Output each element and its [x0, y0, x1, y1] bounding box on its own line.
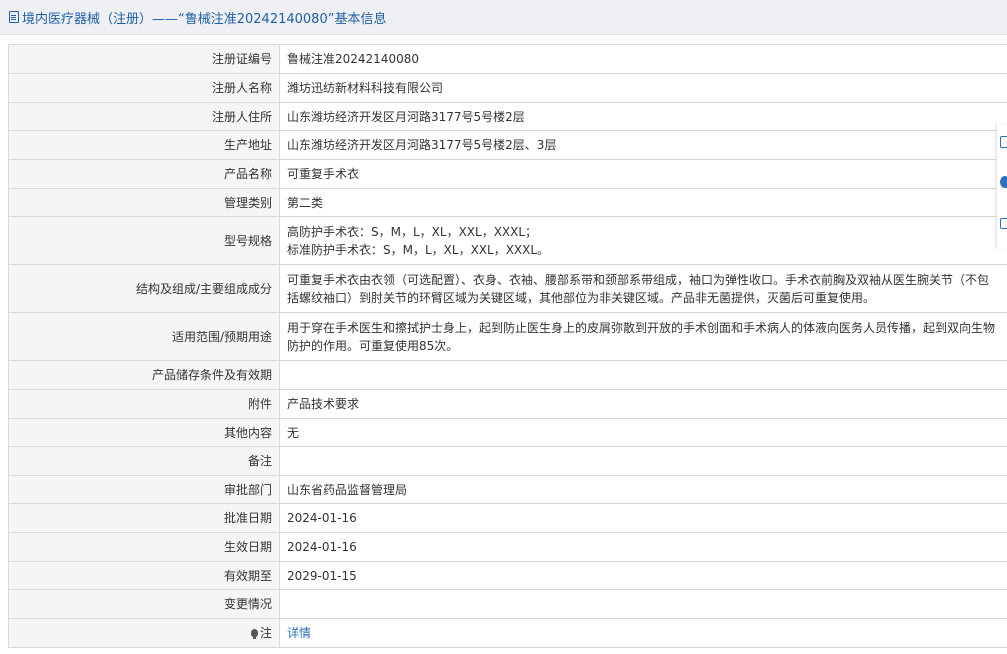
info-table: 注册证编号 鲁械注准20242140080 注册人名称 潍坊迅纺新材料科技有限公… [8, 44, 1007, 648]
row-label: 其他内容 [8, 418, 280, 447]
row-value: 高防护手术衣：S，M，L，XL，XXL，XXXL； 标准防护手术衣：S，M，L，… [279, 216, 1007, 265]
row-value: 产品技术要求 [279, 389, 1007, 419]
table-row: 型号规格 高防护手术衣：S，M，L，XL，XXL，XXXL； 标准防护手术衣：S… [8, 216, 1007, 265]
details-link[interactable]: 详情 [287, 626, 311, 640]
value-line: 用于穿在手术医生和擦拭护士身上，起到防止医生身上的皮屑弥散到开放的手术创面和手术… [287, 320, 996, 335]
copy-icon[interactable] [1000, 218, 1007, 229]
table-row: 注 详情 [8, 618, 1007, 648]
table-row: 产品储存条件及有效期 [8, 360, 1007, 390]
row-value: 潍坊迅纺新材料科技有限公司 [279, 73, 1007, 103]
row-label: 产品储存条件及有效期 [8, 360, 280, 390]
row-label: 生产地址 [8, 130, 280, 160]
page-header: 境内医疗器械（注册）——“鲁械注准20242140080”基本信息 [0, 0, 1007, 35]
lightbulb-icon [250, 629, 258, 639]
row-value [279, 446, 1007, 476]
table-row: 管理类别 第二类 [8, 188, 1007, 217]
row-label: 注册人住所 [8, 102, 280, 131]
table-row: 注册证编号 鲁械注准20242140080 [8, 44, 1007, 74]
table-row: 注册人名称 潍坊迅纺新材料科技有限公司 [8, 73, 1007, 103]
row-label: 产品名称 [8, 159, 280, 189]
table-row: 适用范围/预期用途 用于穿在手术医生和擦拭护士身上，起到防止医生身上的皮屑弥散到… [8, 312, 1007, 361]
table-row: 生效日期 2024-01-16 [8, 532, 1007, 562]
row-value [279, 589, 1007, 619]
document-icon [9, 11, 19, 23]
table-row: 附件 产品技术要求 [8, 389, 1007, 419]
row-label: 注 [8, 618, 280, 648]
table-row: 备注 [8, 446, 1007, 476]
note-label: 注 [259, 626, 272, 640]
table-row: 批准日期 2024-01-16 [8, 503, 1007, 533]
document-icon[interactable] [1000, 136, 1007, 148]
row-value: 详情 [279, 618, 1007, 648]
row-value: 2024-01-16 [279, 503, 1007, 533]
row-label: 批准日期 [8, 503, 280, 533]
table-row: 产品名称 可重复手术衣 [8, 159, 1007, 189]
table-row: 有效期至 2029-01-15 [8, 561, 1007, 590]
row-label: 注册证编号 [8, 44, 280, 74]
row-label: 审批部门 [8, 475, 280, 504]
value-line: 防护的作用。可重复使用85次。 [287, 338, 459, 353]
circle-icon[interactable] [1000, 176, 1007, 188]
row-label: 附件 [8, 389, 280, 419]
row-label: 适用范围/预期用途 [8, 312, 280, 361]
row-value [279, 360, 1007, 390]
row-value: 无 [279, 418, 1007, 447]
table-row: 审批部门 山东省药品监督管理局 [8, 475, 1007, 504]
value-line: 标准防护手术衣：S，M，L，XL，XXL，XXXL。 [287, 242, 550, 257]
table-row: 注册人住所 山东潍坊经济开发区月河路3177号5号楼2层 [8, 102, 1007, 131]
row-label: 结构及组成/主要组成成分 [8, 264, 280, 313]
row-value: 可重复手术衣由衣领（可选配置）、衣身、衣袖、腰部系带和颈部系带组成，袖口为弹性收… [279, 264, 1007, 313]
value-line: 可重复手术衣由衣领（可选配置）、衣身、衣袖、腰部系带和颈部系带组成，袖口为弹性收… [287, 272, 990, 287]
table-row: 变更情况 [8, 589, 1007, 619]
row-value: 山东省药品监督管理局 [279, 475, 1007, 504]
row-value: 2029-01-15 [279, 561, 1007, 590]
row-label: 管理类别 [8, 188, 280, 217]
row-value: 用于穿在手术医生和擦拭护士身上，起到防止医生身上的皮屑弥散到开放的手术创面和手术… [279, 312, 1007, 361]
row-value: 山东潍坊经济开发区月河路3177号5号楼2层 [279, 102, 1007, 131]
row-label: 生效日期 [8, 532, 280, 562]
row-value: 第二类 [279, 188, 1007, 217]
row-value: 鲁械注准20242140080 [279, 44, 1007, 74]
row-label: 注册人名称 [8, 73, 280, 103]
row-value: 可重复手术衣 [279, 159, 1007, 189]
table-row: 结构及组成/主要组成成分 可重复手术衣由衣领（可选配置）、衣身、衣袖、腰部系带和… [8, 264, 1007, 313]
row-value: 2024-01-16 [279, 532, 1007, 562]
table-row: 其他内容 无 [8, 418, 1007, 447]
value-line: 高防护手术衣：S，M，L，XL，XXL，XXXL； [287, 224, 538, 239]
page-title: 境内医疗器械（注册）——“鲁械注准20242140080”基本信息 [22, 11, 387, 27]
table-row: 生产地址 山东潍坊经济开发区月河路3177号5号楼2层、3层 [8, 130, 1007, 160]
row-label: 变更情况 [8, 589, 280, 619]
row-label: 有效期至 [8, 561, 280, 590]
row-value: 山东潍坊经济开发区月河路3177号5号楼2层、3层 [279, 130, 1007, 160]
side-toolbar [996, 124, 1007, 248]
value-line: 括螺纹袖口）到肘关节的环臂区域为关键区域，其他部位为非关键区域。产品非无菌提供，… [287, 290, 876, 305]
row-label: 型号规格 [8, 216, 280, 265]
row-label: 备注 [8, 446, 280, 476]
